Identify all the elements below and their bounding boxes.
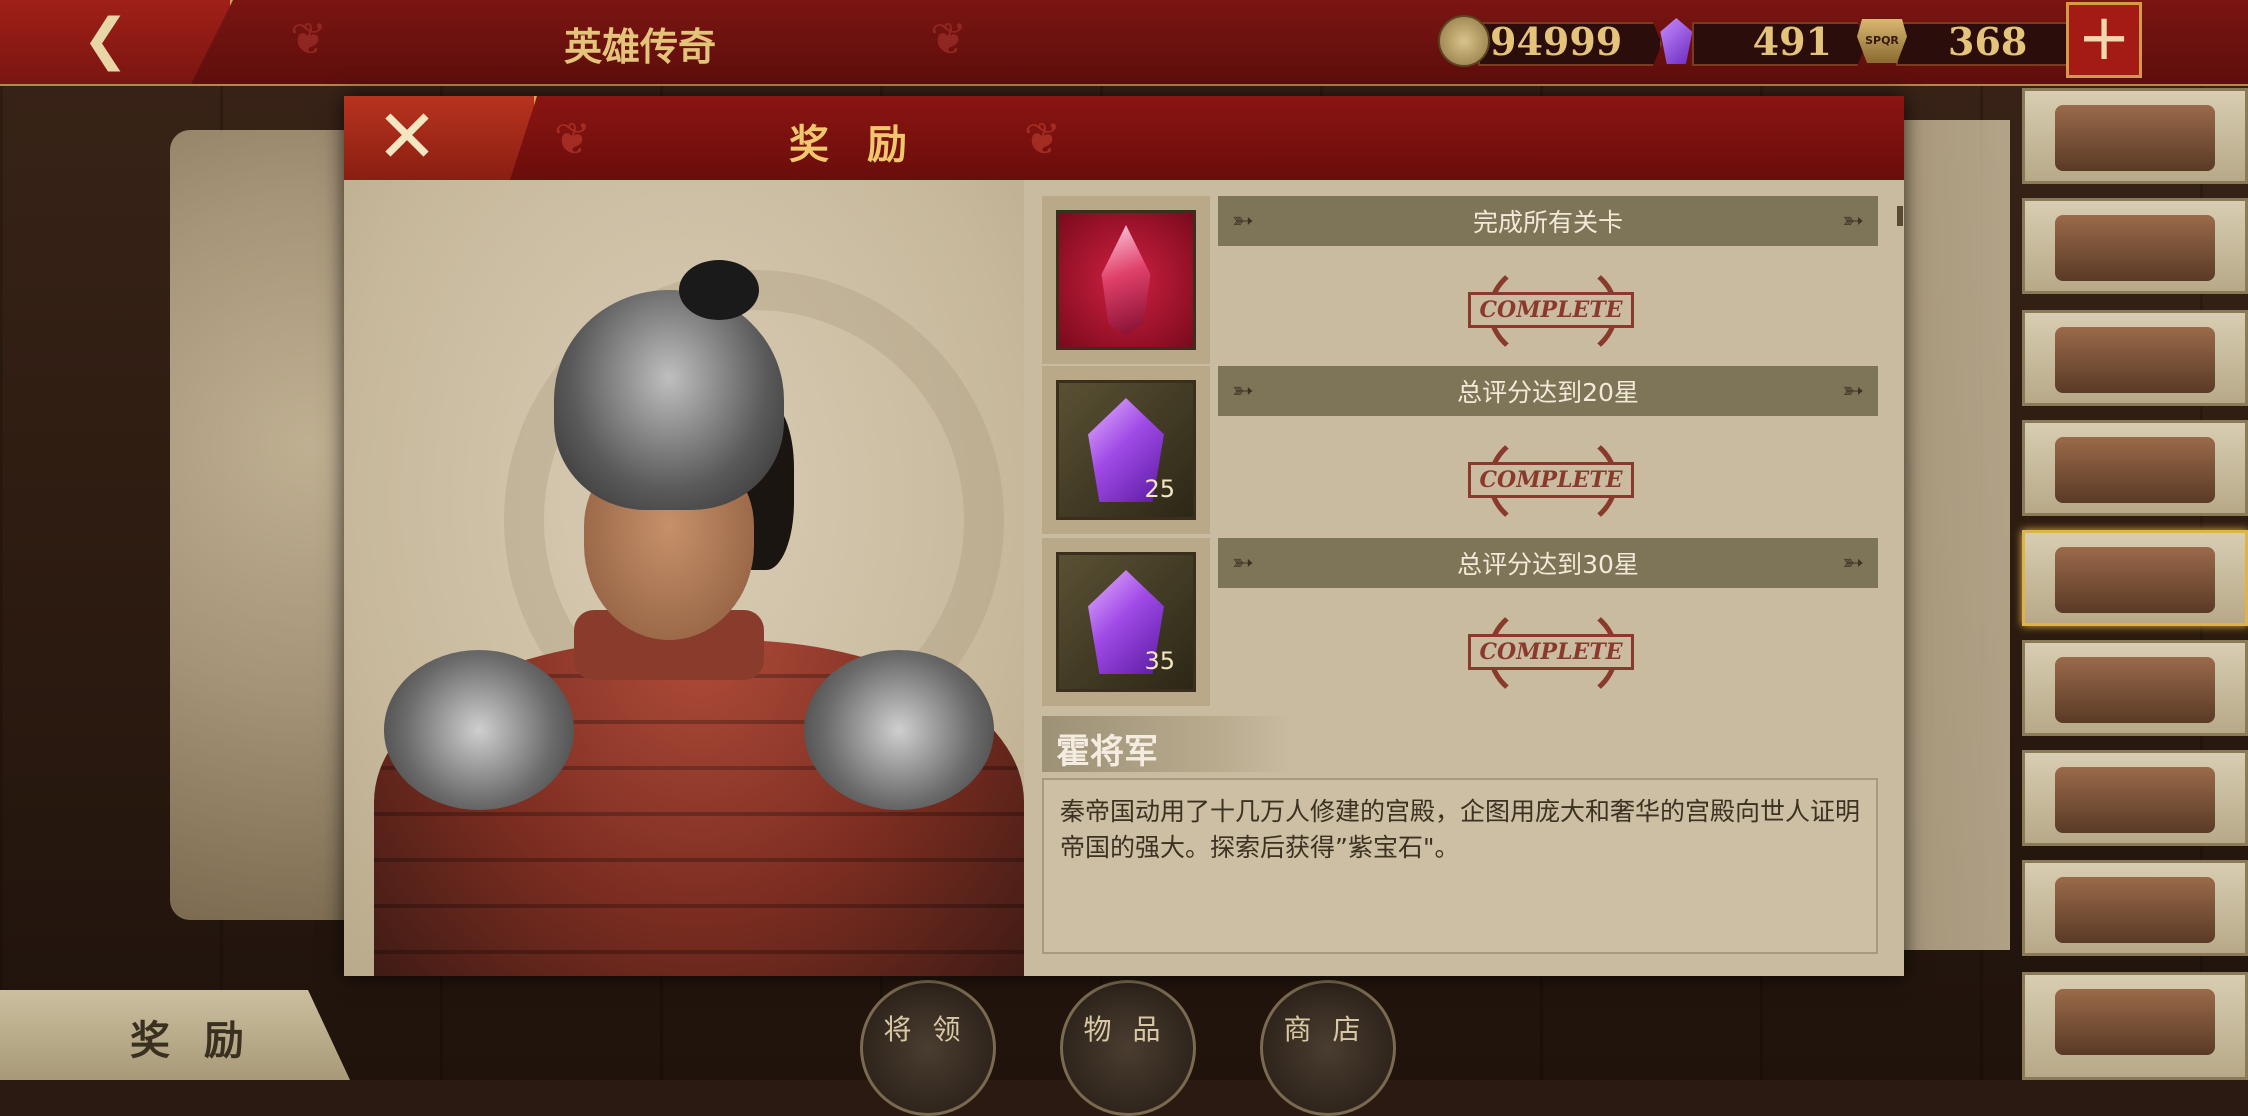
requirement-bar: ➳ 总评分达到20星 ➳ bbox=[1218, 366, 1878, 416]
building-icon bbox=[2055, 547, 2215, 613]
close-button[interactable]: ✕ bbox=[344, 96, 537, 180]
location-aqueduct[interactable] bbox=[2022, 198, 2248, 294]
arrow-left-icon: ➳ bbox=[1232, 376, 1254, 406]
building-icon bbox=[2055, 437, 2215, 503]
coins-counter: 94999 bbox=[1438, 15, 1662, 67]
reward-row: ➳ 完成所有关卡 ➳ COMPLETE bbox=[1042, 196, 1878, 364]
page-title: 英雄传奇 bbox=[563, 24, 716, 69]
arrow-right-icon: ➳ bbox=[1842, 548, 1864, 578]
nav-shop-button[interactable]: 商 店 bbox=[1260, 980, 1396, 1116]
arrow-left-icon: ➳ bbox=[1232, 206, 1254, 236]
reward-item-slot[interactable] bbox=[1042, 196, 1210, 364]
item-quantity: 35 bbox=[1144, 647, 1175, 675]
building-icon bbox=[2055, 215, 2215, 281]
laurel-left-icon: ❦ bbox=[290, 14, 327, 65]
location-colosseum[interactable] bbox=[2022, 420, 2248, 516]
reward-row: 25 ➳ 总评分达到20星 ➳ COMPLETE bbox=[1042, 366, 1878, 534]
scrollbar[interactable] bbox=[1897, 206, 1903, 226]
location-arena[interactable] bbox=[2022, 310, 2248, 406]
item-quantity: 25 bbox=[1144, 475, 1175, 503]
spqr-icon: SPQR bbox=[1856, 15, 1908, 67]
shoulder-right bbox=[804, 650, 994, 810]
helmet bbox=[554, 290, 784, 510]
general-name: 霍将军 bbox=[1056, 732, 1158, 772]
complete-stamp: COMPLETE bbox=[1468, 258, 1634, 364]
location-fortress[interactable] bbox=[2022, 972, 2248, 1080]
chevron-left-icon: ❮ bbox=[82, 7, 129, 72]
location-forest-temple[interactable] bbox=[2022, 750, 2248, 846]
location-palace-selected[interactable] bbox=[2022, 530, 2248, 626]
laurel-right-icon: ❦ bbox=[1024, 114, 1061, 165]
gems-value: 491 bbox=[1752, 18, 1832, 64]
complete-stamp: COMPLETE bbox=[1468, 600, 1634, 706]
building-icon bbox=[2055, 877, 2215, 943]
general-portrait bbox=[344, 180, 1024, 976]
location-stonehenge[interactable] bbox=[2022, 88, 2248, 184]
honor-counter: SPQR 368 bbox=[1856, 15, 2080, 67]
building-icon bbox=[2055, 989, 2215, 1055]
close-icon: ✕ bbox=[376, 94, 439, 180]
nav-shop-label: 商 店 bbox=[1283, 1013, 1367, 1046]
reward-tab[interactable]: 奖 励 bbox=[0, 990, 350, 1080]
location-castle[interactable] bbox=[2022, 860, 2248, 956]
back-button[interactable]: ❮ bbox=[0, 0, 233, 84]
arrow-left-icon: ➳ bbox=[1232, 548, 1254, 578]
requirement-bar: ➳ 总评分达到30星 ➳ bbox=[1218, 538, 1878, 588]
reward-item-slot[interactable]: 35 bbox=[1042, 538, 1210, 706]
nav-generals-label: 将 领 bbox=[883, 1013, 967, 1046]
location-description: 秦帝国动用了十几万人修建的宫殿，企图用庞大和奢华的宫殿向世人证明帝国的强大。探索… bbox=[1042, 778, 1878, 954]
dialog-header: ✕ ❦ 奖 励 ❦ bbox=[344, 96, 1904, 180]
reward-dialog: ✕ ❦ 奖 励 ❦ ➳ 完成所有关卡 ➳ COMPLETE 25 ➳ 总评分达到… bbox=[344, 96, 1904, 976]
add-currency-button[interactable]: + bbox=[2066, 2, 2142, 78]
laurel-left-icon: ❦ bbox=[554, 114, 591, 165]
building-icon bbox=[2055, 327, 2215, 393]
requirement-text: 总评分达到20星 bbox=[1457, 378, 1639, 407]
nav-items-label: 物 品 bbox=[1083, 1013, 1167, 1046]
requirement-bar: ➳ 完成所有关卡 ➳ bbox=[1218, 196, 1878, 246]
building-icon bbox=[2055, 767, 2215, 833]
plus-icon: + bbox=[2077, 1, 2131, 75]
honor-value: 368 bbox=[1948, 18, 2028, 64]
gem-icon bbox=[1652, 15, 1701, 67]
complete-stamp: COMPLETE bbox=[1468, 428, 1634, 534]
location-city[interactable] bbox=[2022, 640, 2248, 736]
gems-counter: 491 bbox=[1652, 15, 1866, 67]
coins-value: 94999 bbox=[1490, 18, 1623, 64]
reward-tab-label: 奖 励 bbox=[130, 1017, 254, 1064]
nav-generals-button[interactable]: 将 领 bbox=[860, 980, 996, 1116]
dialog-title: 奖 励 bbox=[789, 121, 919, 168]
shoulder-left bbox=[384, 650, 574, 810]
arrow-right-icon: ➳ bbox=[1842, 206, 1864, 236]
reward-row: 35 ➳ 总评分达到30星 ➳ COMPLETE bbox=[1042, 538, 1878, 706]
general-name-strip: 霍将军 bbox=[1042, 716, 1292, 772]
building-icon bbox=[2055, 105, 2215, 171]
arrow-right-icon: ➳ bbox=[1842, 376, 1864, 406]
nav-items-button[interactable]: 物 品 bbox=[1060, 980, 1196, 1116]
reward-item-slot[interactable]: 25 bbox=[1042, 366, 1210, 534]
top-bar: ❮ ❦ 英雄传奇 ❦ 94999 491 SPQR 368 + bbox=[0, 0, 2248, 86]
requirement-text: 总评分达到30星 bbox=[1457, 550, 1639, 579]
requirement-text: 完成所有关卡 bbox=[1472, 208, 1623, 237]
building-icon bbox=[2055, 657, 2215, 723]
laurel-right-icon: ❦ bbox=[930, 14, 967, 65]
coin-icon bbox=[1438, 15, 1490, 67]
ruby-crystal-icon bbox=[1101, 225, 1151, 335]
